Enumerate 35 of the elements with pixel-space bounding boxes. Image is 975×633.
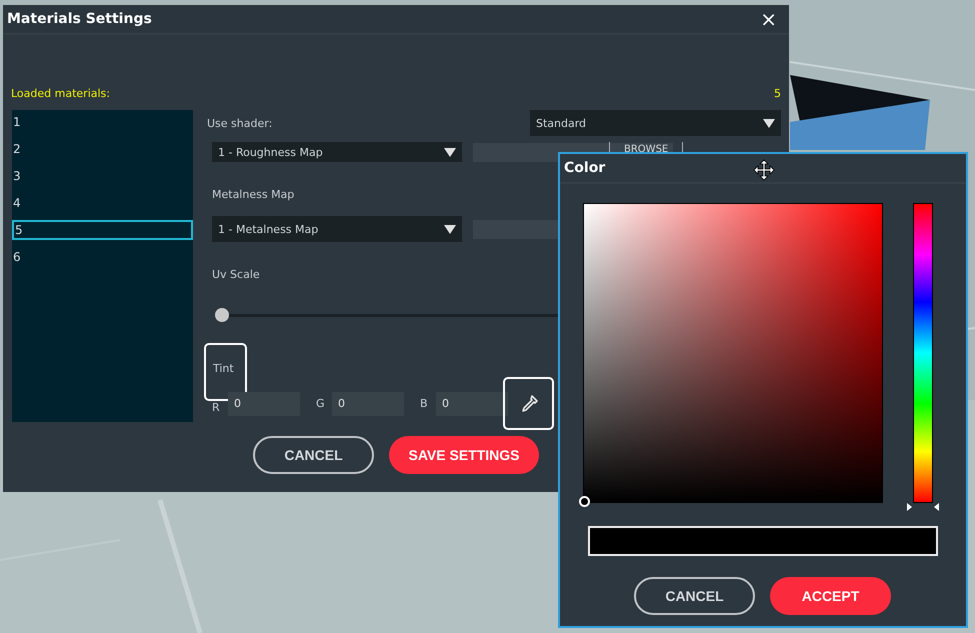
shader-label: Use shader: <box>207 116 272 130</box>
channel-field[interactable]: 0 <box>332 392 404 416</box>
channel-label: R <box>212 400 221 414</box>
metalness-dropdown[interactable]: 1 - Metalness Map <box>212 216 462 242</box>
move-cursor-icon <box>753 159 775 181</box>
dialog-title: Color <box>564 160 606 176</box>
window-title: Materials Settings <box>7 11 152 27</box>
material-item[interactable]: 6 <box>12 247 193 267</box>
roughness-dropdown[interactable]: 1 - Roughness Map <box>212 142 462 162</box>
uv-scale-label: Uv Scale <box>212 268 261 283</box>
channel-label: B <box>420 397 429 410</box>
material-item[interactable]: 2 <box>12 139 193 159</box>
shader-dropdown[interactable]: Standard <box>530 110 781 136</box>
accept-button[interactable]: ACCEPT <box>770 577 891 615</box>
save-button[interactable]: SAVE SETTINGS <box>389 436 539 474</box>
dropdown-arrow-icon <box>444 148 456 156</box>
dropdown-arrow-icon <box>444 224 456 234</box>
cancel-button[interactable]: CANCEL <box>253 436 374 474</box>
slider-thumb[interactable] <box>215 308 229 322</box>
color-marker[interactable] <box>579 496 590 507</box>
eyedropper-button[interactable] <box>503 377 554 430</box>
material-item[interactable]: 3 <box>12 166 193 186</box>
material-item[interactable]: 5 <box>12 220 193 240</box>
materials-count: 5 <box>774 87 781 100</box>
hue-slider[interactable] <box>907 203 939 511</box>
loaded-materials-label: Loaded materials: <box>11 87 110 100</box>
close-button[interactable]: × <box>752 9 785 29</box>
channel-field[interactable]: 0 <box>436 392 508 416</box>
dropdown-arrow-icon <box>763 118 775 128</box>
cancel-button[interactable]: CANCEL <box>634 577 755 615</box>
material-item[interactable]: 4 <box>12 193 193 213</box>
channel-field[interactable]: 0 <box>228 392 300 416</box>
material-item[interactable]: 1 <box>12 112 193 132</box>
channel-label: G <box>316 397 326 410</box>
metalness-label: Metalness Map <box>212 188 296 203</box>
